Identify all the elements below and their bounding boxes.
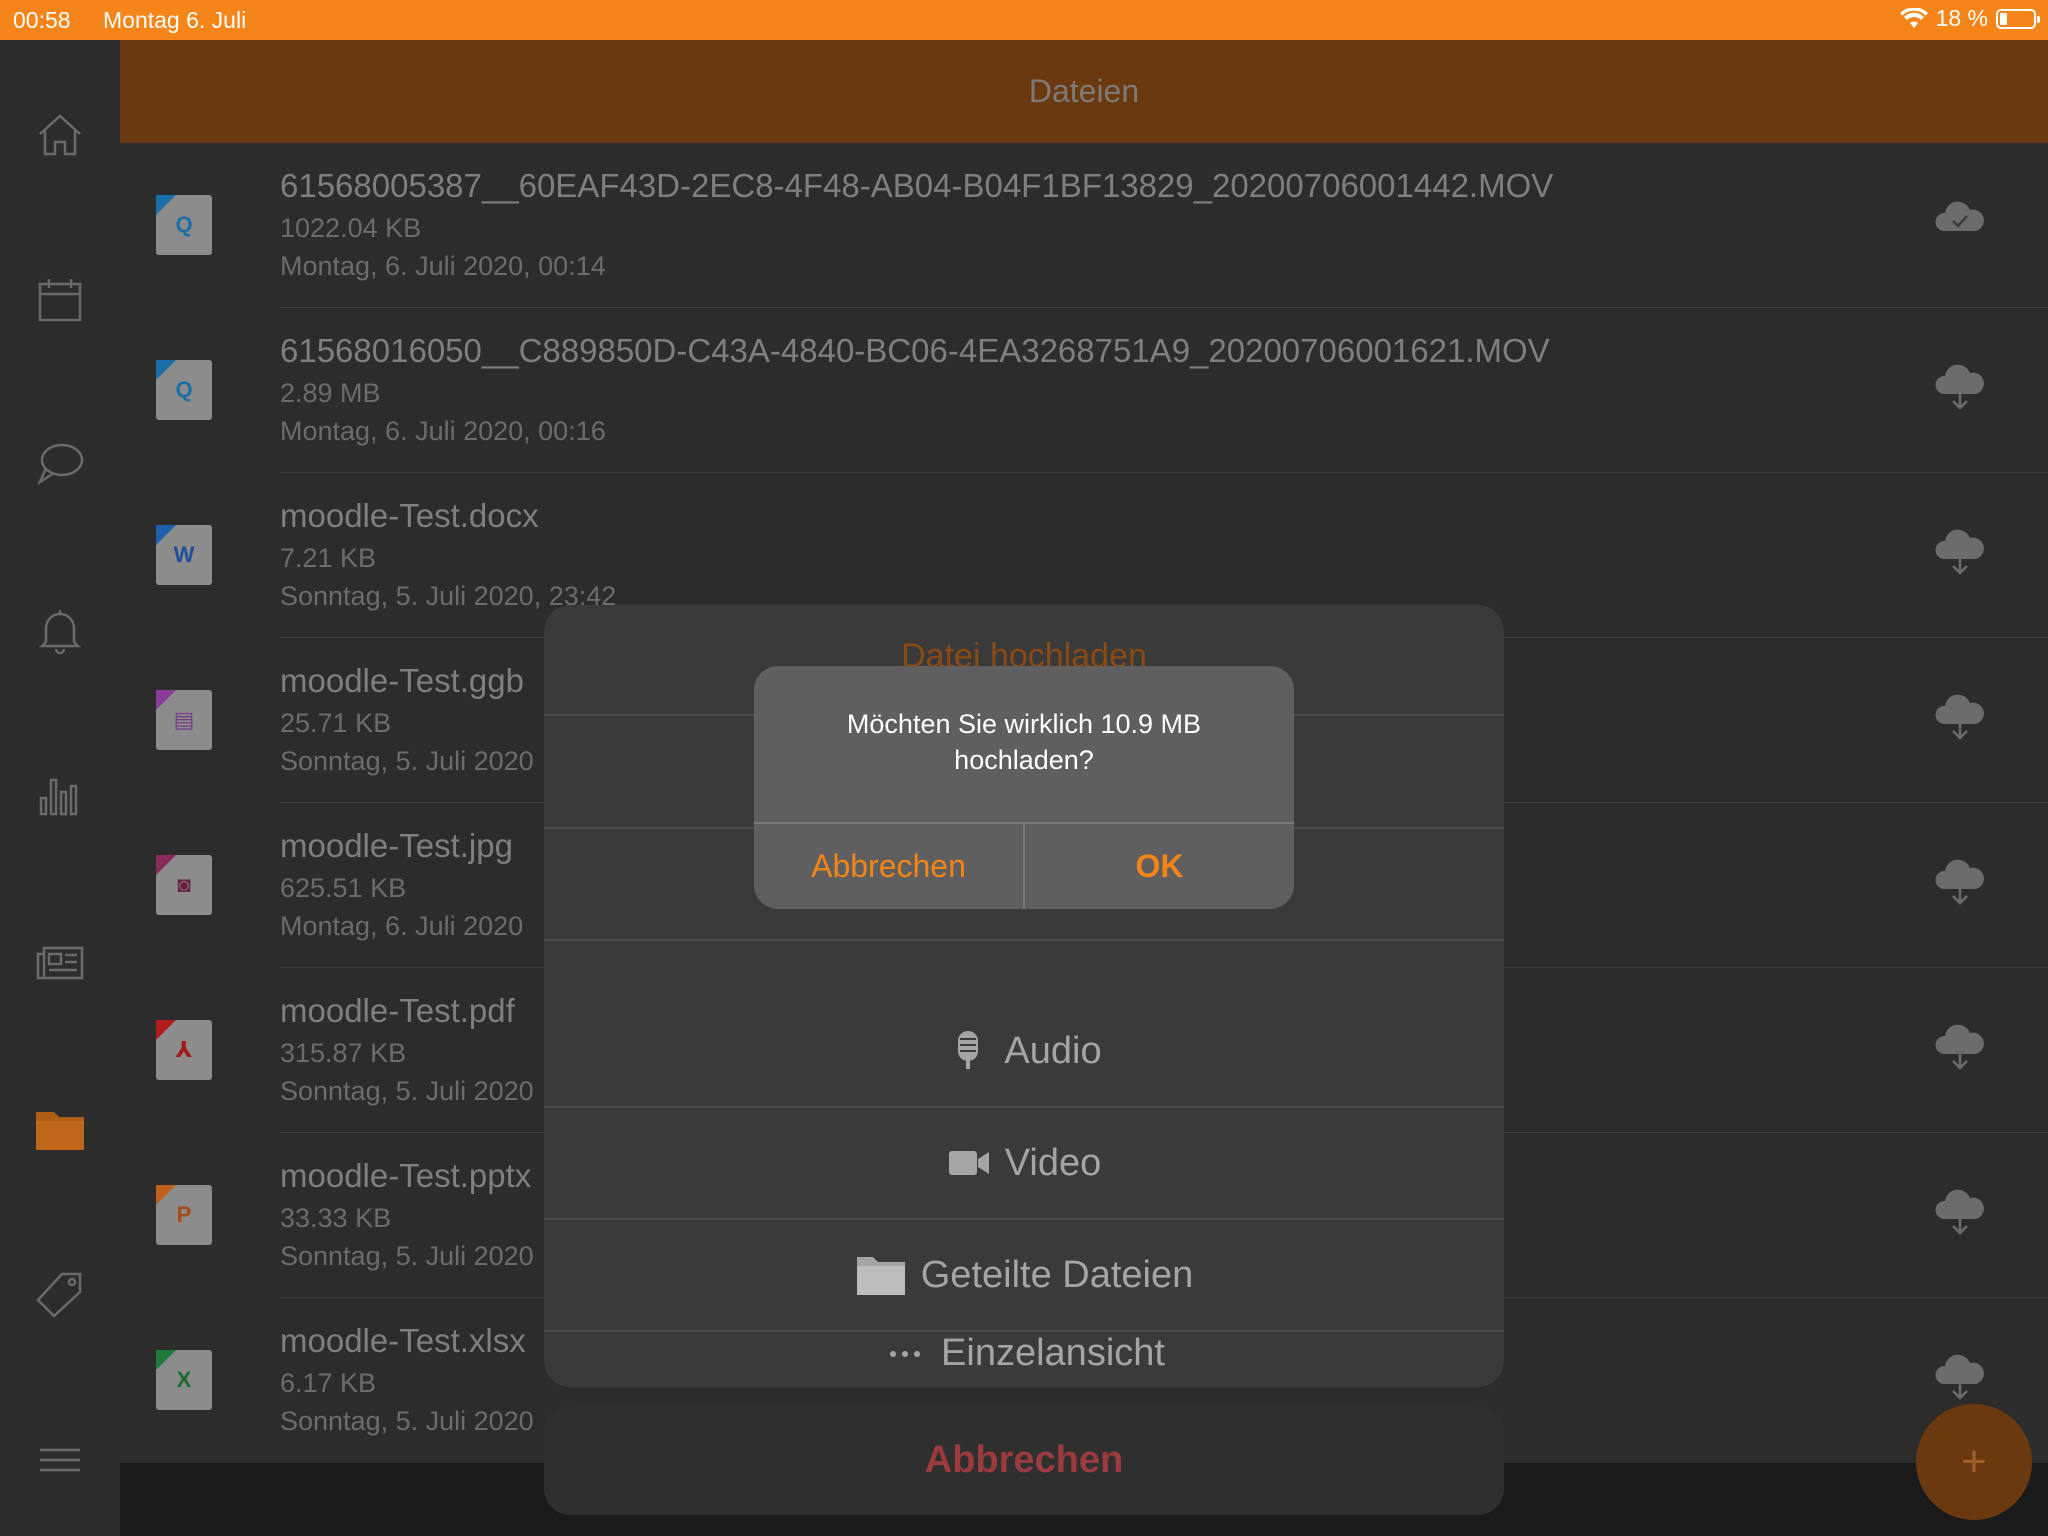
- cancel-label: Abbrechen: [924, 1438, 1124, 1481]
- file-size: 1022.04 KB: [280, 213, 422, 243]
- image-file-icon: ◙: [156, 855, 212, 915]
- option-video[interactable]: Video: [544, 1108, 1504, 1218]
- status-bar: 00:58 Montag 6. Juli 18 %: [0, 0, 2048, 40]
- folder-icon: [856, 1257, 905, 1295]
- file-size: 6.17 KB: [280, 1368, 377, 1398]
- cloud-download-icon[interactable]: [1930, 521, 1990, 581]
- option-shared-files-label: Geteilte Dateien: [920, 1253, 1194, 1296]
- file-name: moodle-Test.xlsx: [280, 1322, 526, 1359]
- file-size: 33.33 KB: [280, 1203, 392, 1233]
- cloud-download-icon[interactable]: [1930, 851, 1990, 911]
- plus-icon: +: [1961, 1437, 1987, 1486]
- quicktime-file-icon: Q: [156, 360, 212, 420]
- sidebar: [0, 40, 120, 1536]
- cloud-download-icon[interactable]: [1930, 1346, 1990, 1406]
- option-single-view[interactable]: Einzelansicht: [544, 1332, 1504, 1387]
- bar-chart-icon[interactable]: [28, 762, 92, 826]
- battery-percent: 18 %: [1935, 5, 1988, 31]
- file-size: 625.51 KB: [280, 873, 407, 903]
- page-title: Dateien: [1028, 73, 1140, 109]
- confirm-upload-dialog: Möchten Sie wirklich 10.9 MB hochladen? …: [754, 666, 1294, 909]
- file-name: moodle-Test.ggb: [280, 662, 524, 699]
- archive-file-icon: ▤: [156, 690, 212, 750]
- status-time: 00:58: [13, 7, 71, 33]
- dialog-message: Möchten Sie wirklich 10.9 MB hochladen?: [846, 709, 1202, 775]
- news-icon[interactable]: [28, 930, 92, 994]
- option-video-label: Video: [1004, 1141, 1102, 1184]
- cloud-download-icon[interactable]: [1930, 1016, 1990, 1076]
- cloud-download-icon[interactable]: [1930, 686, 1990, 746]
- option-single-view-label: Einzelansicht: [941, 1332, 1165, 1374]
- bell-icon[interactable]: [28, 598, 92, 662]
- powerpoint-file-icon: P: [156, 1185, 212, 1245]
- page-header: Dateien: [120, 40, 2048, 143]
- status-date: Montag 6. Juli: [103, 7, 247, 33]
- file-name: moodle-Test.pdf: [280, 992, 515, 1029]
- word-file-icon: W: [156, 525, 212, 585]
- option-audio[interactable]: Audio: [544, 996, 1504, 1106]
- add-button[interactable]: +: [1916, 1404, 2032, 1520]
- file-size: 315.87 KB: [280, 1038, 407, 1068]
- home-icon[interactable]: [28, 102, 92, 166]
- file-date: Sonntag, 5. Juli 2020: [280, 1406, 534, 1436]
- video-camera-icon: [948, 1151, 989, 1175]
- file-date: Montag, 6. Juli 2020, 00:16: [280, 416, 606, 446]
- file-date: Montag, 6. Juli 2020, 00:14: [280, 251, 606, 281]
- quicktime-file-icon: Q: [156, 195, 212, 255]
- tag-icon[interactable]: [28, 1262, 92, 1326]
- action-sheet-cancel-button[interactable]: Abbrechen: [544, 1405, 1504, 1515]
- file-date: Sonntag, 5. Juli 2020: [280, 1076, 534, 1106]
- list-item[interactable]: Q 61568005387__60EAF43D-2EC8-4F48-AB04-B…: [120, 143, 2048, 308]
- calendar-icon[interactable]: [28, 268, 92, 332]
- microphone-icon: [958, 1031, 979, 1069]
- dialog-cancel-button[interactable]: Abbrechen: [754, 824, 1023, 909]
- battery-icon: [1996, 8, 2040, 29]
- option-audio-label: Audio: [1004, 1029, 1102, 1072]
- cloud-download-icon[interactable]: [1930, 356, 1990, 416]
- cloud-check-icon[interactable]: [1930, 191, 1990, 251]
- more-dots-icon: [890, 1351, 921, 1357]
- list-item[interactable]: Q 61568016050__C889850D-C43A-4840-BC06-4…: [120, 308, 2048, 473]
- chat-icon[interactable]: [28, 432, 92, 496]
- file-size: 2.89 MB: [280, 378, 381, 408]
- status-right: 18 %: [1899, 5, 2040, 32]
- file-date: Sonntag, 5. Juli 2020: [280, 1241, 534, 1271]
- wifi-icon: [1899, 7, 1928, 28]
- cloud-download-icon[interactable]: [1930, 1181, 1990, 1241]
- file-name: moodle-Test.pptx: [280, 1157, 532, 1194]
- excel-file-icon: X: [156, 1350, 212, 1410]
- file-size: 7.21 KB: [280, 543, 377, 573]
- menu-icon[interactable]: [28, 1428, 92, 1492]
- folder-icon[interactable]: [28, 1096, 92, 1160]
- pdf-file-icon: ⅄: [156, 1020, 212, 1080]
- dialog-ok-button[interactable]: OK: [1025, 824, 1294, 909]
- file-size: 25.71 KB: [280, 708, 392, 738]
- file-name: moodle-Test.docx: [280, 497, 539, 534]
- option-shared-files[interactable]: Geteilte Dateien: [544, 1220, 1504, 1330]
- file-date: Montag, 6. Juli 2020: [280, 911, 524, 941]
- file-name: 61568005387__60EAF43D-2EC8-4F48-AB04-B04…: [280, 167, 1554, 204]
- file-name: 61568016050__C889850D-C43A-4840-BC06-4EA…: [280, 332, 1550, 369]
- divider: [544, 939, 1504, 941]
- file-name: moodle-Test.jpg: [280, 827, 513, 864]
- file-date: Sonntag, 5. Juli 2020: [280, 746, 534, 776]
